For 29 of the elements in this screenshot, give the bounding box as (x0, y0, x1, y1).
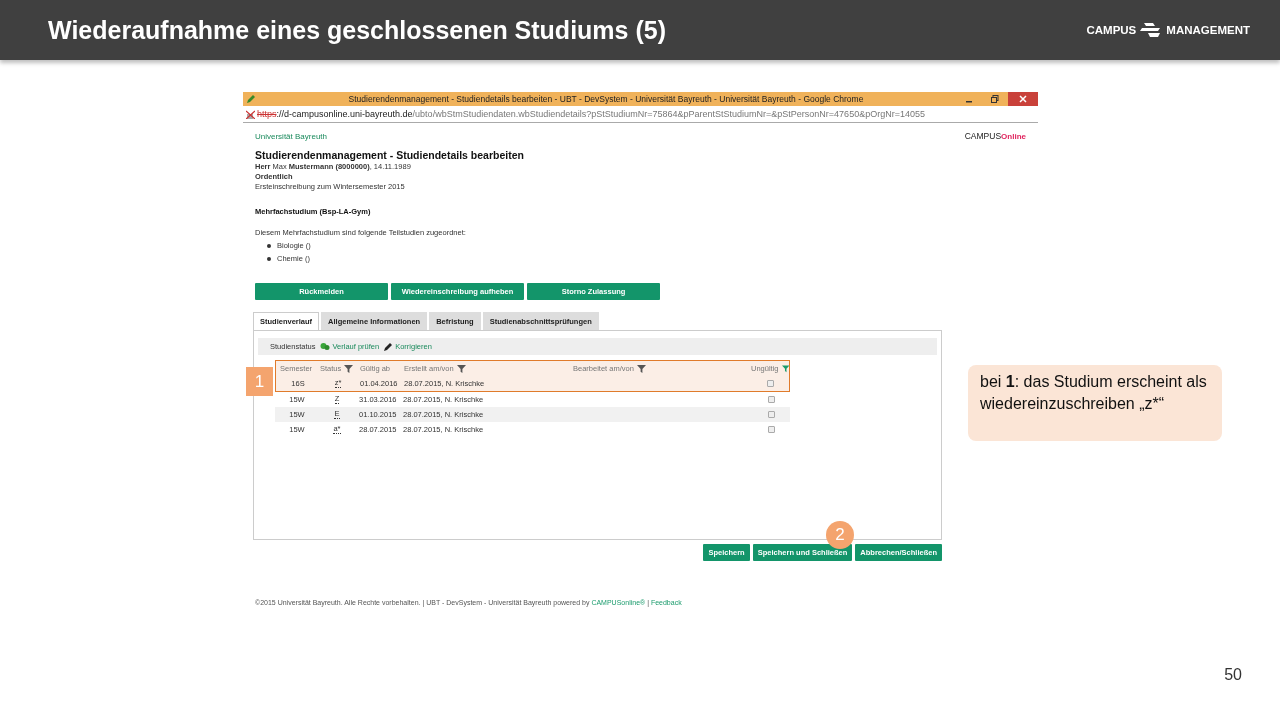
pencil-icon (246, 94, 256, 104)
filter-icon[interactable] (456, 364, 466, 373)
filter-icon[interactable] (781, 364, 789, 373)
circles-icon (320, 342, 331, 351)
page-heading: Studierendenmanagement - Studiendetails bearbeiten (255, 149, 525, 161)
logo-icon (1140, 23, 1163, 37)
checkbox[interactable] (767, 411, 775, 418)
filter-icon[interactable] (344, 364, 354, 373)
logo-text: CAMPUS (964, 131, 1002, 141)
logo-text: Online (1001, 131, 1026, 141)
bullet-icon (267, 243, 271, 248)
broken-lock-icon (246, 109, 255, 119)
logo-text: CAMPUS (1086, 24, 1137, 36)
checkbox[interactable] (766, 380, 774, 387)
address-field[interactable]: https://d-campusonline.uni-bayreuth.de/ubto/wbStmStudiendaten.wbStudiendetails?pStStudiumNr=75864&pParentStStudiumNr=&pStPersonNr=47650&pOrgNr=14055 (243, 106, 1038, 123)
slide-title: Wiederaufnahme eines geschlossenen Studiums (5) (48, 15, 666, 45)
window-title: Studierendenmanagement - Studiendetails bearbeiten - UBT - DevSystem - Universität Bayreuth - Universität Bayreuth - Google Chrome (347, 94, 865, 104)
close-icon[interactable] (1008, 92, 1038, 106)
logo-text: MANAGEMENT (1166, 24, 1250, 36)
step-badge: 1 (246, 367, 273, 396)
bullet-icon (267, 256, 271, 261)
callout-note: bei 1: das Studium erscheint als wiedereinzuschreiben „z*“ (968, 365, 1222, 441)
pencil-icon (384, 342, 394, 351)
university-link[interactable]: Universität Bayreuth (255, 131, 328, 141)
page-number: 50 (1224, 666, 1242, 684)
step-badge: 2 (826, 521, 854, 549)
checkbox[interactable] (767, 396, 775, 403)
filter-icon[interactable] (636, 364, 646, 373)
checkbox[interactable] (767, 426, 775, 433)
